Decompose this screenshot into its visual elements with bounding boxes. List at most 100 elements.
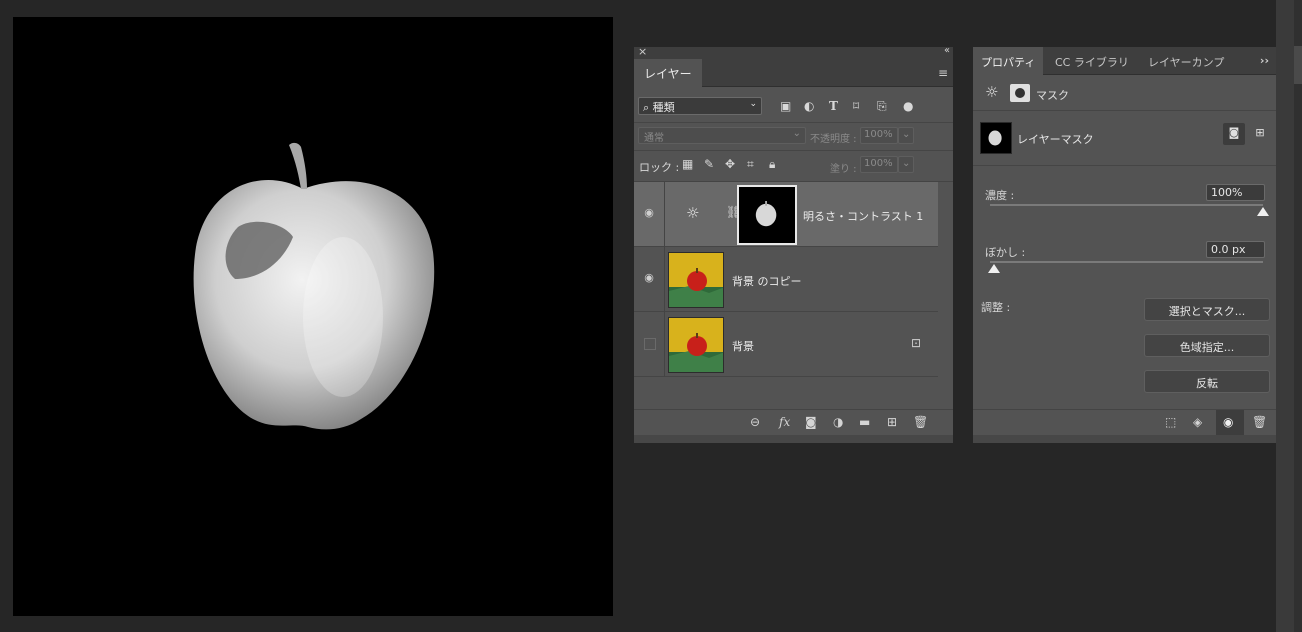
tab-cc-libraries[interactable]: CC ライブラリ xyxy=(1047,47,1137,75)
density-slider-knob[interactable] xyxy=(1257,207,1269,216)
new-layer-icon[interactable]: ⊞ xyxy=(887,415,897,429)
type-filter-icon[interactable]: T xyxy=(829,99,838,113)
shape-filter-icon[interactable]: ⌑ xyxy=(853,99,859,113)
layer-name[interactable]: 背景 xyxy=(732,338,754,354)
search-icon: ⌕ xyxy=(643,101,650,114)
filter-kind-select[interactable]: ⌕ 種類 ⌄ xyxy=(638,97,762,115)
trash-icon[interactable]: 🗑︎ xyxy=(1252,415,1267,429)
view-toggle-button[interactable]: ◉ xyxy=(1216,410,1244,436)
resize-grip[interactable] xyxy=(973,435,1293,443)
link-layers-icon[interactable]: ⊖ xyxy=(750,415,760,429)
smart-object-filter-icon[interactable]: ⎘ xyxy=(877,99,887,114)
layer-row[interactable]: ◉ ☼ ⛓ 明るさ・コントラスト 1 xyxy=(634,182,938,247)
layer-name[interactable]: 背景 のコピー xyxy=(732,273,802,289)
layer-row[interactable]: ◉ 背景 のコピー xyxy=(634,247,938,312)
filter-toggle-icon[interactable]: ● xyxy=(903,99,913,113)
fill-dropdown[interactable]: ⌄ xyxy=(898,156,914,173)
tab-layer-comps[interactable]: レイヤーカンプ xyxy=(1140,47,1232,75)
layer-row[interactable]: 背景 ⊡ xyxy=(634,312,938,377)
mask-apple-shape xyxy=(755,201,777,227)
layers-panel: × ‹‹ レイヤー ≡ ⌕ 種類 ⌄ ▣ ◐ T ⌑ ⎘ ● 通常 ⌄ 不透明度… xyxy=(634,45,953,443)
eye-icon: ◉ xyxy=(1223,415,1234,429)
feather-slider-knob[interactable] xyxy=(988,264,1000,273)
new-group-icon[interactable]: ▬ xyxy=(859,415,870,429)
color-range-button[interactable]: 色域指定... xyxy=(1144,334,1270,357)
lock-transparent-pixels-icon[interactable]: ▦ xyxy=(682,157,693,171)
load-selection-icon[interactable]: ⬚ xyxy=(1165,415,1176,429)
layer-filter-row: ⌕ 種類 ⌄ ▣ ◐ T ⌑ ⎘ ● xyxy=(634,94,953,122)
resize-grip[interactable] xyxy=(634,435,953,443)
layers-bottom-bar: ⊖ fx ◙ ◑ ▬ ⊞ 🗑︎ xyxy=(634,409,953,435)
layer-thumbnail[interactable] xyxy=(668,252,724,308)
select-and-mask-button[interactable]: 選択とマスク... xyxy=(1144,298,1270,321)
divider xyxy=(664,312,665,377)
apple-photo-thumb xyxy=(669,253,723,307)
layers-panel-top-strip: × ‹‹ xyxy=(634,45,953,59)
blend-mode-select[interactable]: 通常 ⌄ xyxy=(638,127,806,144)
lock-all-icon[interactable]: 🔒︎ xyxy=(769,157,775,172)
brightness-contrast-icon[interactable]: ☼ xyxy=(985,83,998,101)
properties-panel: プロパティ CC ライブラリ レイヤーカンプ ›› ≡ ☼ マスク レイヤーマス… xyxy=(973,47,1293,443)
mask-circle xyxy=(1015,88,1025,98)
adjust-label: 調整 : xyxy=(981,301,1011,314)
fx-icon[interactable]: fx xyxy=(779,415,790,429)
tab-properties[interactable]: プロパティ xyxy=(973,47,1044,76)
invert-button[interactable]: 反転 xyxy=(1144,370,1270,393)
properties-header-label: マスク xyxy=(1036,89,1069,102)
chevron-down-icon: ⌄ xyxy=(902,129,911,140)
close-icon[interactable]: × xyxy=(638,45,647,58)
eye-icon[interactable]: ◉ xyxy=(641,271,657,285)
adjustment-filter-icon[interactable]: ◐ xyxy=(804,99,814,113)
more-tabs-icon[interactable]: ›› xyxy=(1260,54,1269,67)
opacity-input[interactable]: 100% xyxy=(860,127,898,144)
collapse-icon[interactable]: ‹‹ xyxy=(944,45,950,56)
tab-layers[interactable]: レイヤー xyxy=(634,59,702,88)
fill-label: 塗り : xyxy=(830,164,857,175)
chevron-down-icon: ⌄ xyxy=(792,128,801,139)
feather-input[interactable]: 0.0 px xyxy=(1206,241,1265,258)
dock-tab[interactable] xyxy=(1294,46,1302,84)
visibility-toggle-off[interactable] xyxy=(644,338,656,350)
image-filter-icon[interactable]: ▣ xyxy=(780,99,791,113)
trash-icon[interactable]: 🗑︎ xyxy=(913,415,928,429)
new-adjustment-icon[interactable]: ◑ xyxy=(833,415,843,429)
apply-mask-icon[interactable]: ◈ xyxy=(1193,415,1202,429)
density-slider-track[interactable] xyxy=(990,204,1263,206)
apple-photo-thumb xyxy=(669,318,723,372)
add-vector-mask-button[interactable]: ⊞ xyxy=(1249,123,1271,145)
add-mask-icon[interactable]: ◙ xyxy=(805,415,817,429)
layer-mask-thumbnail[interactable] xyxy=(737,185,797,245)
density-input[interactable]: 100% xyxy=(1206,184,1265,201)
lock-icon: ⊡ xyxy=(910,336,921,350)
chevron-down-icon: ⌄ xyxy=(902,158,911,169)
apple-image xyxy=(193,142,435,430)
lock-fill-row: ロック : ▦ ✎ ✥ ⌗ 🔒︎ 塗り : 100% ⌄ xyxy=(634,150,953,180)
fill-input[interactable]: 100% xyxy=(860,156,898,173)
lock-label: ロック : xyxy=(639,161,680,174)
layers-tab-bar: レイヤー ≡ xyxy=(634,59,953,88)
blend-mode-value: 通常 xyxy=(644,133,664,144)
divider xyxy=(664,247,665,312)
eye-icon[interactable]: ◉ xyxy=(641,206,657,220)
properties-tab-bar: プロパティ CC ライブラリ レイヤーカンプ ›› ≡ xyxy=(973,47,1293,76)
properties-bottom-bar: ⬚ ◈ ◉ 🗑︎ xyxy=(973,409,1293,436)
chevron-down-icon: ⌄ xyxy=(749,99,757,109)
layer-list: ◉ ☼ ⛓ 明るさ・コントラスト 1 ◉ 背景 のコピー 背景 ⊡ xyxy=(634,181,953,377)
document-canvas[interactable] xyxy=(13,17,613,616)
layer-thumbnail[interactable] xyxy=(668,317,724,373)
mask-apple-shape xyxy=(988,130,1002,146)
opacity-dropdown[interactable]: ⌄ xyxy=(898,127,914,144)
brightness-contrast-icon: ☼ xyxy=(686,204,700,222)
lock-artboard-icon[interactable]: ⌗ xyxy=(747,157,754,172)
filter-kind-label: 種類 xyxy=(652,101,675,114)
layer-name[interactable]: 明るさ・コントラスト 1 xyxy=(803,208,923,224)
feather-slider-track[interactable] xyxy=(990,261,1263,263)
lock-image-pixels-icon[interactable]: ✎ xyxy=(704,157,714,171)
mask-mode-icon[interactable] xyxy=(1010,84,1030,102)
layer-mask-row: レイヤーマスク ◙ ⊞ xyxy=(973,111,1293,166)
pixel-mask-button[interactable]: ◙ xyxy=(1223,123,1245,145)
blend-opacity-row: 通常 ⌄ 不透明度 : 100% ⌄ xyxy=(634,122,953,150)
panel-menu-icon[interactable]: ≡ xyxy=(938,66,948,80)
density-label: 濃度 : xyxy=(985,189,1015,202)
lock-position-icon[interactable]: ✥ xyxy=(725,157,735,171)
